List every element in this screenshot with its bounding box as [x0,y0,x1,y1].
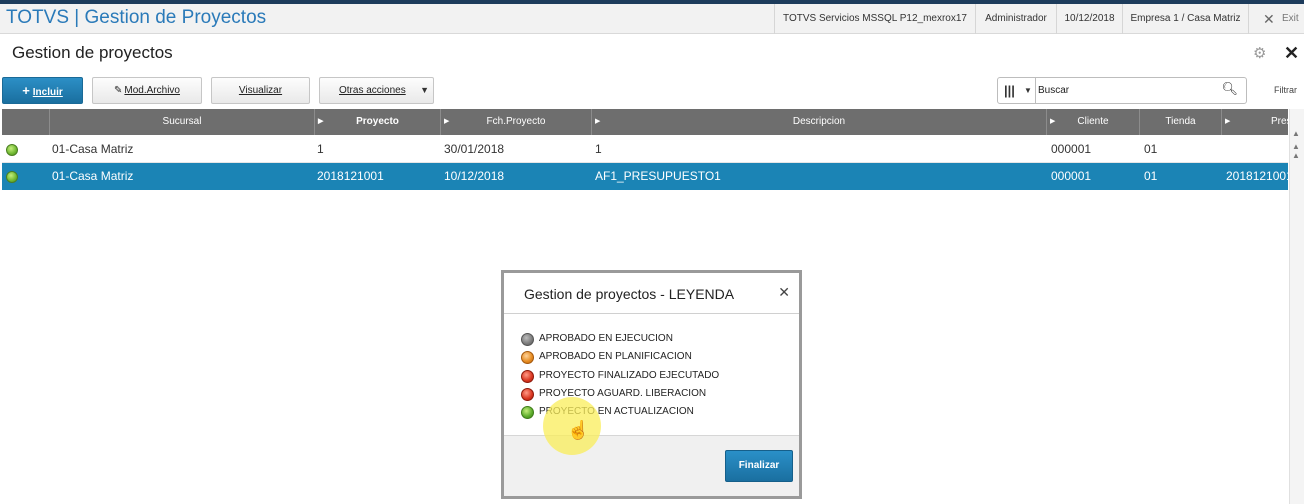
column-header-pres[interactable]: ▶ Pres [1222,109,1288,135]
hand-cursor-icon: ☝ [567,420,590,440]
otras-acciones-button[interactable]: Otras acciones ▼ [319,77,434,104]
sort-arrow-icon: ▶ [444,118,450,125]
mod-archivo-button[interactable]: ✎ Mod.Archivo [92,77,202,104]
cell-proyecto: 1 [317,142,324,156]
table-row-selected[interactable]: 01-Casa Matriz 2018121001 10/12/2018 AF1… [2,163,1288,190]
column-header-fecha[interactable]: ▶ Fch.Proyecto [441,109,592,135]
scroll-up-icon[interactable]: ▲ [1292,151,1300,160]
status-green-icon [6,144,18,156]
dialog-title: Gestion de proyectos - LEYENDA [524,286,735,302]
page-title: Gestion de proyectos [12,43,173,62]
plus-icon: + [22,83,30,98]
column-header-fecha-label: Fch.Proyecto [486,116,546,127]
incluir-button[interactable]: + Incluir [2,77,83,104]
sort-arrow-icon: ▶ [318,118,324,125]
sort-arrow-icon: ▶ [1050,118,1056,125]
cell-cliente: 000001 [1051,142,1092,156]
close-icon: ✕ [1263,11,1275,27]
incluir-label: Incluir [32,87,63,98]
exit-label: Exit [1282,13,1299,24]
cell-proyecto: 2018121001 [317,169,384,183]
cell-sucursal: 01-Casa Matriz [52,142,134,156]
projects-grid: Sucursal ▶ Proyecto ▶ Fch.Proyecto ▶ Descri… [2,109,1288,193]
column-header-descripcion[interactable]: ▶ Descripcion [592,109,1047,135]
cell-tienda: 01 [1144,142,1158,156]
caret-down-icon: ▼ [1024,86,1032,95]
cell-tienda: 01 [1144,169,1158,183]
status-orange-icon [521,351,534,365]
title-bar: TOTVS | Gestion de Proyectos TOTVS Servi… [0,4,1304,34]
status-red-icon [521,387,534,401]
dialog-footer: Finalizar [504,435,799,496]
close-icon[interactable]: ✕ [778,284,790,301]
vertical-scrollbar[interactable]: ▲ ▲ ▲ [1289,109,1304,504]
user-info: Administrador [975,4,1056,34]
legend-label: APROBADO EN EJECUCION [539,333,673,344]
table-row[interactable]: 01-Casa Matriz 1 30/01/2018 1 000001 01 [2,136,1288,163]
gear-icon[interactable]: ⚙ [1253,46,1269,62]
visualizar-button[interactable]: Visualizar [211,77,310,104]
status-column-header[interactable] [2,109,50,135]
cell-descripcion: AF1_PRESUPUESTO1 [595,169,721,183]
cell-fecha: 10/12/2018 [444,169,505,183]
exit-button[interactable]: ✕ Exit [1248,4,1304,34]
cell-cliente: 000001 [1051,169,1092,183]
column-header-descripcion-label: Descripcion [792,116,846,127]
status-green-icon [6,171,18,183]
column-header-cliente-label: Cliente [1077,116,1109,127]
filtrar-link[interactable]: Filtrar [1274,85,1297,95]
column-header-cliente[interactable]: ▶ Cliente [1047,109,1140,135]
finalizar-button[interactable]: Finalizar [725,450,793,482]
column-header-pres-label: Pres [1271,116,1288,127]
scroll-up-icon[interactable]: ▲ [1292,142,1300,151]
columns-icon: ||| [1004,83,1015,98]
otras-acciones-label: Otras acciones [339,85,406,96]
grid-header: Sucursal ▶ Proyecto ▶ Fch.Proyecto ▶ Descri… [2,109,1288,135]
search-box: ||| ▼ 🔍︎ [997,77,1247,104]
search-input[interactable] [1038,81,1218,100]
cell-pres: 2018121001 [1226,169,1288,183]
company-info[interactable]: Empresa 1 / Casa Matriz [1122,4,1248,34]
column-header-proyecto-label: Proyecto [356,116,399,127]
status-gray-icon [521,333,534,346]
divider [504,313,799,314]
visualizar-label: Visualizar [238,85,283,96]
search-icon[interactable]: 🔍︎ [1221,81,1238,97]
legend-label: PROYECTO FINALIZADO EJECUTADO [539,369,720,381]
scroll-top-icon[interactable]: ▲ [1292,129,1300,138]
column-header-sucursal[interactable]: Sucursal [50,109,315,135]
cell-sucursal: 01-Casa Matriz [52,169,134,183]
date-info: 10/12/2018 [1056,4,1122,34]
caret-down-icon: ▼ [420,85,429,95]
status-red-icon [521,369,534,383]
close-page-button[interactable]: ✕ [1284,43,1299,64]
legend-dialog: Gestion de proyectos - LEYENDA ✕ APROBAD… [501,270,802,499]
cell-descripcion: 1 [595,142,602,156]
mod-archivo-label: Mod.Archivo [124,85,180,96]
app-title: TOTVS | Gestion de Proyectos [6,7,267,28]
columns-selector[interactable]: ||| ▼ [998,78,1036,103]
sort-arrow-icon: ▶ [1225,118,1231,125]
column-header-tienda[interactable]: Tienda [1140,109,1222,135]
legend-label: APROBADO EN PLANIFICACION [539,351,692,363]
status-green-icon [521,406,534,420]
column-header-proyecto[interactable]: ▶ Proyecto [315,109,441,135]
pencil-icon: ✎ [114,85,123,96]
cell-fecha: 30/01/2018 [444,142,505,156]
sort-arrow-icon: ▶ [595,118,601,125]
server-info: TOTVS Servicios MSSQL P12_mexrox17 [774,4,975,34]
